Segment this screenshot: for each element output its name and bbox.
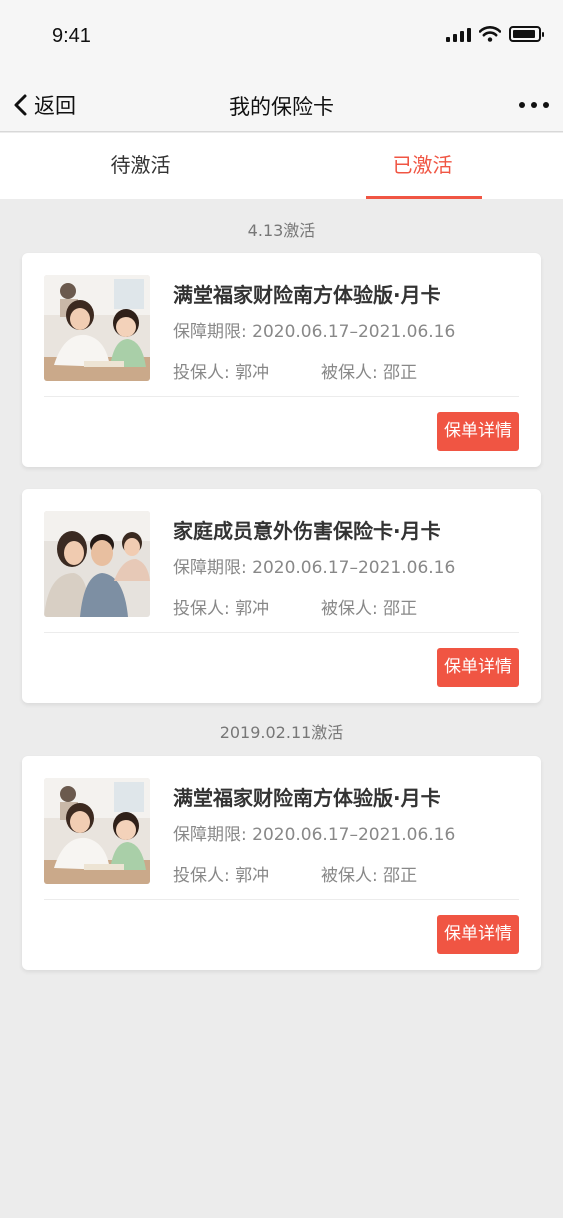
more-icon[interactable] bbox=[519, 102, 549, 108]
battery-icon bbox=[509, 26, 544, 42]
insured-person: 被保人: 邵正 bbox=[321, 363, 418, 383]
insurance-card[interactable]: 满堂福家财险南方体验版·月卡 保障期限: 2020.06.17–2021.06.… bbox=[22, 253, 541, 467]
card-title: 家庭成员意外伤害保险卡·月卡 bbox=[173, 519, 441, 543]
active-tab-indicator bbox=[366, 196, 482, 199]
card-title: 满堂福家财险南方体验版·月卡 bbox=[173, 283, 441, 307]
page-title: 我的保险卡 bbox=[229, 95, 334, 119]
tab-bar: 待激活 已激活 bbox=[0, 133, 563, 199]
card-image bbox=[44, 511, 150, 617]
status-bar: 9:41 bbox=[0, 0, 563, 74]
nav-bar: 返回 我的保险卡 bbox=[0, 74, 563, 132]
policy-details-button[interactable]: 保单详情 bbox=[437, 915, 519, 954]
activation-date-header: 4.13激活 bbox=[247, 221, 316, 240]
activation-date-header: 2019.02.11激活 bbox=[219, 723, 344, 742]
card-divider bbox=[44, 632, 519, 633]
status-icons bbox=[446, 26, 544, 42]
insured-person: 被保人: 邵正 bbox=[321, 866, 418, 886]
coverage-period: 保障期限: 2020.06.17–2021.06.16 bbox=[173, 322, 456, 342]
coverage-period: 保障期限: 2020.06.17–2021.06.16 bbox=[173, 825, 456, 845]
card-image bbox=[44, 275, 150, 381]
policy-details-button[interactable]: 保单详情 bbox=[437, 648, 519, 687]
insured-person: 被保人: 邵正 bbox=[321, 599, 418, 619]
policy-holder: 投保人: 郭冲 bbox=[173, 363, 270, 383]
signal-icon bbox=[446, 26, 471, 42]
card-image bbox=[44, 778, 150, 884]
tab-activated[interactable]: 已激活 bbox=[282, 133, 563, 199]
policy-holder: 投保人: 郭冲 bbox=[173, 599, 270, 619]
status-time: 9:41 bbox=[52, 25, 91, 47]
coverage-period: 保障期限: 2020.06.17–2021.06.16 bbox=[173, 558, 456, 578]
insurance-card[interactable]: 家庭成员意外伤害保险卡·月卡 保障期限: 2020.06.17–2021.06.… bbox=[22, 489, 541, 703]
insurance-card[interactable]: 满堂福家财险南方体验版·月卡 保障期限: 2020.06.17–2021.06.… bbox=[22, 756, 541, 970]
policy-holder: 投保人: 郭冲 bbox=[173, 866, 270, 886]
card-divider bbox=[44, 899, 519, 900]
card-title: 满堂福家财险南方体验版·月卡 bbox=[173, 786, 441, 810]
policy-details-button[interactable]: 保单详情 bbox=[437, 412, 519, 451]
tab-pending-activation[interactable]: 待激活 bbox=[0, 133, 281, 199]
card-divider bbox=[44, 396, 519, 397]
wifi-icon bbox=[479, 26, 501, 42]
